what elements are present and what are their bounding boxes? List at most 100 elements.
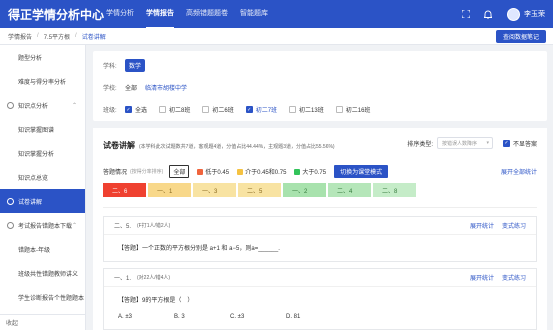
data-notes-button[interactable]: 查阅数据笔记 xyxy=(495,30,546,43)
nav-item-wrong-questions[interactable]: 高频错题题卷 xyxy=(186,0,228,29)
checkbox-label: 全选 xyxy=(135,108,148,114)
class-row: 班级: ✓ 全选 初二8班 初二6班 ✓ 初二7班 初二13班 初二16班 xyxy=(103,105,382,114)
checkbox-icon xyxy=(202,106,210,113)
sidebar-item-label: 知识点总览 xyxy=(18,175,49,182)
question-chip[interactable]: 二、5 xyxy=(238,183,281,197)
sidebar-item-label: 班级共性错题教师讲义 xyxy=(18,271,79,278)
school-option[interactable]: 临清市胡楼中学 xyxy=(145,83,187,92)
sidebar-item-label: 知识点分析 xyxy=(18,103,49,110)
legend-swatch-high xyxy=(294,168,301,175)
panel-title: 试卷讲解 xyxy=(103,141,135,150)
chevron-down-icon: ▾ xyxy=(486,140,489,146)
nav-item-report[interactable]: 学情报告 xyxy=(146,0,174,29)
avatar[interactable] xyxy=(507,7,520,21)
fullscreen-icon[interactable] xyxy=(461,9,471,19)
legend-note: (按得分率排序) xyxy=(130,169,164,175)
checkbox-label: 初二13班 xyxy=(299,108,324,114)
sidebar-item-knowledge-overview[interactable]: 知识点总览 xyxy=(0,165,85,189)
legend-label-low[interactable]: 低于0.45 xyxy=(205,167,229,176)
sidebar-item-label: 错题本-年级 xyxy=(18,247,50,254)
bell-icon[interactable] xyxy=(483,9,493,19)
breadcrumb-separator: / xyxy=(75,33,77,39)
sidebar-item-question-type[interactable]: 题型分析 xyxy=(0,45,85,69)
divider xyxy=(103,207,537,208)
sidebar-item-label: 题型分析 xyxy=(18,55,43,62)
school-all-option[interactable]: 全部 xyxy=(125,83,137,92)
question-number: 一、1. xyxy=(114,276,132,282)
classroom-mode-button[interactable]: 切换为课堂模式 xyxy=(334,165,389,178)
nav-item-analysis[interactable]: 学情分析 xyxy=(106,0,134,29)
class-checkbox[interactable]: ✓ 初二7班 xyxy=(245,105,278,114)
sidebar-item-label: 试卷讲解 xyxy=(18,199,43,206)
option-d: D. 81 xyxy=(286,314,301,320)
chevron-up-icon: ⌃ xyxy=(71,222,77,229)
hide-answer-checkbox[interactable]: ✓ 不显答案 xyxy=(502,139,537,148)
sidebar-item-knowledge-mastery[interactable]: 知识掌握分析 xyxy=(0,141,85,165)
expand-stats-link[interactable]: 展开统计 xyxy=(470,221,494,230)
question-chip[interactable]: 二、6 xyxy=(103,183,146,197)
expand-stats-link[interactable]: 展开统计 xyxy=(470,273,494,282)
sidebar: 题型分析 难度与得分率分析 知识点分析 ⌃ 知识掌握图谱 知识掌握分析 知识点总… xyxy=(0,45,86,330)
legend-swatch-low xyxy=(197,168,204,175)
class-checkbox[interactable]: 初二6班 xyxy=(202,105,234,114)
question-chip[interactable]: 二、8 xyxy=(373,183,416,197)
sort-controls: 排序类型: 按错误人数降序 ▾ ✓ 不显答案 xyxy=(407,137,537,149)
top-navbar: 得正学情分析中心 学情分析 学情报告 高频错题题卷 智能题库 李玉荣 xyxy=(0,0,553,29)
checkbox-icon xyxy=(335,106,343,113)
checkbox-icon: ✓ xyxy=(502,139,510,147)
sidebar-group-knowledge[interactable]: 知识点分析 ⌃ xyxy=(0,93,85,117)
question-stats: (F打1人/错2人) xyxy=(137,223,171,229)
sidebar-item-exam-explain[interactable]: 试卷讲解 xyxy=(0,189,85,213)
sidebar-collapse[interactable]: 收起 xyxy=(0,314,86,330)
question-chip[interactable]: 一、2 xyxy=(283,183,326,197)
checkbox-icon xyxy=(159,106,167,113)
question-chip[interactable]: 一、1 xyxy=(148,183,191,197)
subject-row: 学科: 数学 xyxy=(103,59,146,72)
sidebar-item-student-report[interactable]: 学生诊断报告个性题题本 xyxy=(0,285,85,309)
question-header: 一、1. (对22人/错4人) 展开统计 变式练习 xyxy=(104,269,536,287)
panel-subtitle: (本学科此次试题数共7道，客观题4道，分值占比44.44%，主观题3道，分值占比… xyxy=(139,144,335,150)
breadcrumb-item-report[interactable]: 学情报告 xyxy=(8,32,32,41)
question-text: 【答题】9的平方根是（ ） xyxy=(118,298,194,304)
chevron-up-icon: ⌃ xyxy=(71,102,77,109)
subject-label: 学科: xyxy=(103,64,117,70)
sidebar-item-label: 学生诊断报告个性题题本 xyxy=(18,295,85,302)
sidebar-item-label: 知识掌握图谱 xyxy=(18,127,55,134)
sidebar-group-download[interactable]: 考试报告错题本下载 ⌃ xyxy=(0,213,85,237)
question-body: 【答题】一个正数的平方根分别是 a+1 和 a−5，则a=______. xyxy=(118,246,280,252)
class-checkbox[interactable]: 初二16班 xyxy=(335,105,370,114)
question-card: 二、5. (F打1人/错2人) 展开统计 变式练习 【答题】一个正数的平方根分别… xyxy=(103,216,537,262)
subject-tag[interactable]: 数学 xyxy=(125,59,146,72)
question-chip[interactable]: 二、4 xyxy=(328,183,371,197)
option-a: A. ±3 xyxy=(118,314,132,320)
exam-explain-panel: 试卷讲解 (本学科此次试题数共7道，客观题4道，分值占比44.44%，主观题3道… xyxy=(93,128,547,330)
app-logo: 得正学情分析中心 xyxy=(8,7,105,22)
checkbox-label: 初二8班 xyxy=(169,108,191,114)
main-nav: 学情分析 学情报告 高频错题题卷 智能题库 xyxy=(106,0,280,29)
option-c: C. ±3 xyxy=(230,314,245,320)
legend-label-mid[interactable]: 介于0.45和0.75 xyxy=(245,167,286,176)
sidebar-item-grade-wrongbook[interactable]: 错题本-年级 xyxy=(0,237,85,261)
expand-all-stats-link[interactable]: 展开全部统计 xyxy=(501,167,537,176)
breadcrumb-item-exam[interactable]: 7.5平方根 xyxy=(44,32,70,41)
username[interactable]: 李玉荣 xyxy=(524,9,545,19)
sort-select-value: 按错误人数降序 xyxy=(441,140,477,147)
question-options: A. ±3 B. 3 C. ±3 D. 81 xyxy=(118,314,522,320)
question-chip[interactable]: 一、3 xyxy=(193,183,236,197)
nav-item-question-bank[interactable]: 智能题库 xyxy=(240,0,268,29)
variant-practice-link[interactable]: 变式练习 xyxy=(502,273,526,282)
sidebar-item-knowledge-graph[interactable]: 知识掌握图谱 xyxy=(0,117,85,141)
legend-label-high[interactable]: 大于0.75 xyxy=(302,167,326,176)
legend-filter-all[interactable]: 全部 xyxy=(169,165,190,178)
checkbox-label: 初二7班 xyxy=(255,108,278,114)
class-checkbox-all[interactable]: ✓ 全选 xyxy=(125,105,147,114)
sidebar-item-class-handout[interactable]: 班级共性错题教师讲义 xyxy=(0,261,85,285)
class-checkbox[interactable]: 初二8班 xyxy=(159,105,190,114)
class-checkbox[interactable]: 初二13班 xyxy=(289,105,324,114)
sort-select[interactable]: 按错误人数降序 ▾ xyxy=(436,137,493,149)
breadcrumb-item-current: 试卷讲解 xyxy=(81,34,106,41)
sidebar-item-difficulty[interactable]: 难度与得分率分析 xyxy=(0,69,85,93)
question-header: 二、5. (F打1人/错2人) 展开统计 变式练习 xyxy=(104,217,536,235)
variant-practice-link[interactable]: 变式练习 xyxy=(502,221,526,230)
document-icon xyxy=(7,197,14,205)
